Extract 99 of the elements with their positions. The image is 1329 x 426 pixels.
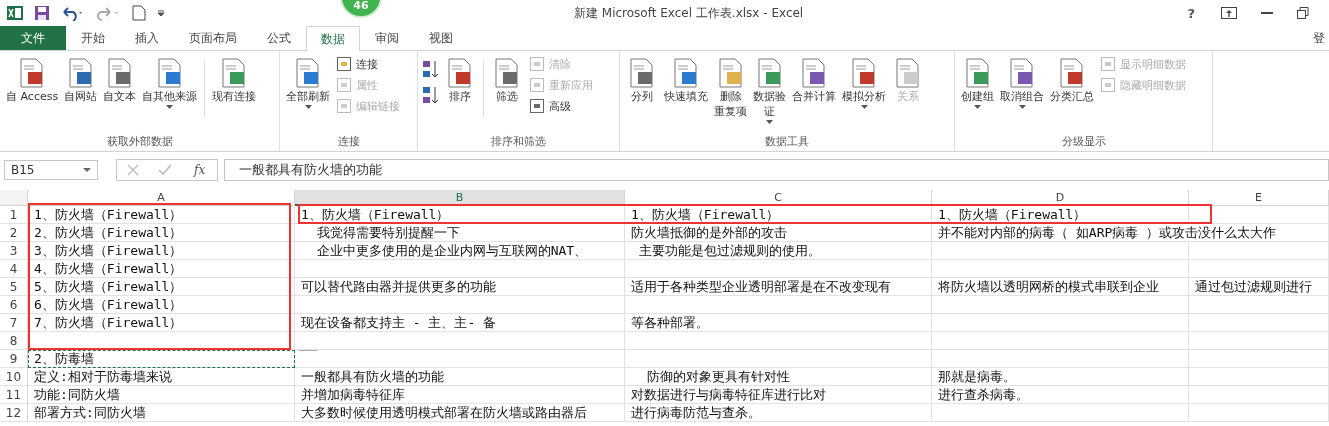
table-cell: 1、防火墙（Firewall） xyxy=(625,206,932,224)
ribbon-button[interactable]: 分列 xyxy=(624,55,660,106)
row-header[interactable]: 11 xyxy=(0,386,28,404)
ribbon-button[interactable]: 模拟分析 xyxy=(840,55,888,111)
ribbon-button[interactable]: 取消组合 xyxy=(998,55,1046,111)
ribbon-tab[interactable]: 视图 xyxy=(414,26,468,50)
caret-icon xyxy=(974,104,981,109)
table-cell: 4、防火墙（Firewall） xyxy=(28,260,295,278)
ribbon-button[interactable]: 数据验 证 xyxy=(751,55,788,126)
table-cell: 我觉得需要特别提醒一下 xyxy=(295,224,625,242)
table-cell: 并增加病毒特征库 xyxy=(295,386,625,404)
table-cell: 可以替代路由器并提供更多的功能 xyxy=(295,278,625,296)
ribbon-button[interactable]: 合并计算 xyxy=(790,55,838,106)
ribbon-button[interactable]: 全部刷新 xyxy=(284,55,332,111)
group-label: 数据工具 xyxy=(764,134,810,149)
save-icon[interactable] xyxy=(34,5,50,21)
group-label: 分级显示 xyxy=(1060,134,1107,149)
row-header[interactable]: 7 xyxy=(0,314,28,332)
table-cell: 通过包过滤规则进行 xyxy=(1189,278,1329,296)
table-cell: 1、防火墙（Firewall） xyxy=(932,206,1189,224)
caret-icon xyxy=(166,104,174,109)
table-cell: 对数据进行与病毒特征库进行比对 xyxy=(625,386,932,404)
group-label: 获取外部数据 xyxy=(105,134,174,149)
ribbon-tab[interactable]: 公式 xyxy=(252,26,306,50)
table-cell: 适用于各种类型企业透明部署是在不改变现有 xyxy=(625,278,932,296)
row-header[interactable]: 10 xyxy=(0,368,28,386)
window-title: 新建 Microsoft Excel 工作表.xlsx - Excel xyxy=(573,4,805,22)
row-header[interactable]: 2 xyxy=(0,224,28,242)
caret-icon xyxy=(860,104,868,109)
ribbon-button[interactable]: 快速填充 xyxy=(662,55,710,106)
row-header[interactable]: 12 xyxy=(0,404,28,422)
ribbon-small-button[interactable]: 高级 xyxy=(527,97,595,115)
table-cell: 企业中更多使用的是企业内网与互联网的NAT、 xyxy=(295,242,625,260)
table-cell: 那就是病毒。 xyxy=(932,368,1189,386)
table-cell: 进行病毒防范与查杀。 xyxy=(625,404,932,422)
row-header[interactable]: 8 xyxy=(0,332,28,350)
table-cell: 一般都具有防火墙的功能 xyxy=(295,368,625,386)
ribbon-tab[interactable]: 插入 xyxy=(120,26,174,50)
caret-icon xyxy=(766,119,773,124)
group-label: 连接 xyxy=(336,134,361,149)
table-cell: 1、防火墙（Firewall） xyxy=(295,206,625,224)
ribbon-button[interactable]: 筛选 xyxy=(489,55,525,106)
minimize-icon[interactable] xyxy=(1261,11,1273,15)
caret-icon xyxy=(1018,104,1026,109)
table-cell: 部署方式:同防火墙 xyxy=(28,404,295,422)
ribbon-button[interactable]: 排序 xyxy=(442,55,478,106)
table-cell: 将防火墙以透明网桥的模式串联到企业 xyxy=(932,278,1189,296)
ribbon-tab[interactable]: 文件 xyxy=(0,26,66,50)
formula-field[interactable]: 一般都具有防火墙的功能 xyxy=(224,159,1329,181)
table-cell: 2、防毒墙 xyxy=(28,350,295,368)
table-cell: 等各种部署。 xyxy=(625,314,932,332)
ribbon-tab[interactable]: 数据 xyxy=(306,26,360,51)
insert-function-button[interactable]: fx xyxy=(192,163,208,177)
name-box[interactable]: B15 xyxy=(4,160,98,180)
ribbon-button[interactable]: 自网站 xyxy=(62,55,100,106)
count-badge: 46 xyxy=(340,0,382,18)
ribbon-tab[interactable]: 页面布局 xyxy=(174,26,252,50)
ribbon-tab[interactable]: 审阅 xyxy=(360,26,414,50)
sign-in-link[interactable]: 登 xyxy=(1313,29,1329,47)
table-cell: 2、防火墙（Firewall） xyxy=(28,224,295,242)
row-header[interactable]: 3 xyxy=(0,242,28,260)
ribbon-tab[interactable]: 开始 xyxy=(66,26,120,50)
row-header[interactable]: 4 xyxy=(0,260,28,278)
new-document-icon[interactable] xyxy=(132,5,146,21)
table-cell: 定义:相对于防毒墙来说 xyxy=(28,368,295,386)
table-cell: 6、防火墙（Firewall） xyxy=(28,296,295,314)
caret-icon xyxy=(304,104,312,109)
table-cell: 防火墙抵御的是外部的攻击 xyxy=(625,224,932,242)
spreadsheet-icon[interactable] xyxy=(6,4,24,22)
table-cell: 大多数时候使用透明模式部署在防火墙或路由器后 xyxy=(295,404,625,422)
table-cell: 功能:同防火墙 xyxy=(28,386,295,404)
table-cell: 1、防火墙（Firewall） xyxy=(28,206,295,224)
table-cell: 7、防火墙（Firewall） xyxy=(28,314,295,332)
ribbon-button[interactable]: 自其他来源 xyxy=(140,55,200,111)
help-button[interactable]: ? xyxy=(1185,5,1197,21)
ribbon-button[interactable]: 自文本 xyxy=(101,55,139,106)
caret-icon xyxy=(83,168,91,172)
table-cell: 进行查杀病毒。 xyxy=(932,386,1189,404)
table-cell: 主要功能是包过滤规则的使用。 xyxy=(625,242,932,260)
check-icon[interactable] xyxy=(158,164,173,176)
ribbon-display-icon[interactable] xyxy=(1221,7,1237,19)
row-header[interactable]: 6 xyxy=(0,296,28,314)
ribbon-button[interactable]: 自 Access xyxy=(4,55,61,106)
restore-icon[interactable] xyxy=(1297,7,1309,19)
ribbon-button[interactable]: 分类汇总 xyxy=(1048,55,1096,106)
ribbon-small-button[interactable]: 连接 xyxy=(334,55,402,73)
table-cell: 并不能对内部的病毒（ 如ARP病毒 ）或攻击没什么太大作 xyxy=(932,224,1329,242)
row-header[interactable]: 9 xyxy=(0,350,28,368)
row-header[interactable]: 5 xyxy=(0,278,28,296)
ribbon-button[interactable]: 现有连接 xyxy=(210,55,259,106)
table-cell: 现在设备都支持主 - 主、主- 备 xyxy=(295,314,625,332)
table-cell: 3、防火墙（Firewall） xyxy=(28,242,295,260)
customize-icon[interactable] xyxy=(156,8,166,18)
ribbon-button[interactable]: 删除 重复项 xyxy=(712,55,749,121)
ribbon-button[interactable]: 创建组 xyxy=(959,55,996,111)
table-cell: 5、防火墙（Firewall） xyxy=(28,278,295,296)
table-cell: 防御的对象更具有针对性 xyxy=(625,368,932,386)
group-label: 排序和筛选 xyxy=(490,134,547,149)
row-header[interactable]: 1 xyxy=(0,206,28,224)
